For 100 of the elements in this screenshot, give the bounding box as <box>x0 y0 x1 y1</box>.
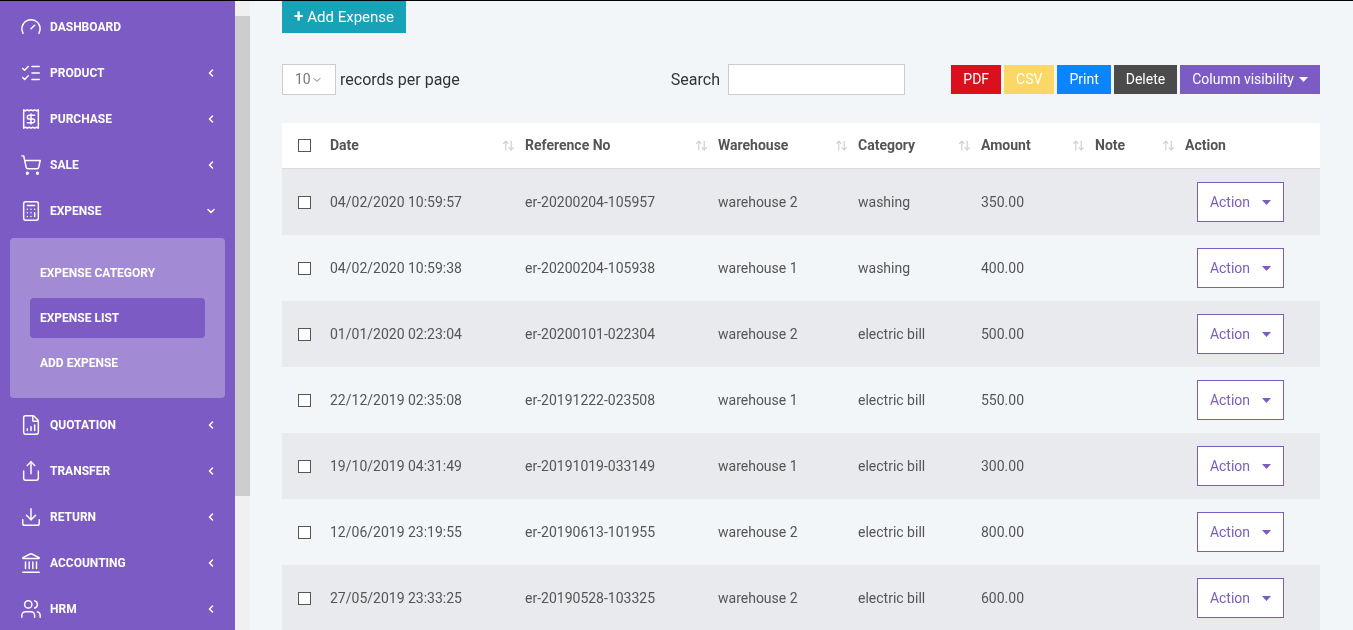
cart-icon <box>20 154 42 176</box>
column-header: Note <box>1095 136 1126 155</box>
checkbox[interactable] <box>298 525 311 539</box>
table-cell: warehouse 1 <box>718 457 798 474</box>
table-cell: er-20190528-103325 <box>525 589 656 606</box>
users-icon <box>20 598 42 620</box>
table-cell: 500.00 <box>981 325 1025 342</box>
export-button[interactable]: PDF <box>951 65 1002 94</box>
caret-icon <box>1262 199 1272 205</box>
table-cell: 27/05/2019 23:33:25 <box>330 589 462 606</box>
table-cell: warehouse 2 <box>718 589 798 606</box>
page-size-select[interactable]: 10 <box>282 64 336 95</box>
caret-icon <box>1262 529 1272 535</box>
sidebar-item[interactable]: HRM <box>0 586 235 630</box>
table-cell: 12/06/2019 23:19:55 <box>330 523 462 540</box>
column-header-cell[interactable]: Action <box>1185 122 1320 169</box>
table-cell: 01/01/2020 02:23:04 <box>330 325 462 342</box>
sort-icon <box>1162 139 1175 152</box>
add-expense-button[interactable]: + Add Expense <box>282 1 406 33</box>
share-icon <box>20 460 42 482</box>
sort-icon <box>1072 139 1085 152</box>
sort-icon <box>958 139 971 152</box>
table-cell: er-20200204-105957 <box>525 193 656 210</box>
action-button[interactable]: Action <box>1197 248 1284 288</box>
sidebar-item[interactable]: EXPENSE <box>0 188 235 234</box>
table-cell: 350.00 <box>981 193 1025 210</box>
column-header: Reference No <box>525 136 611 155</box>
table-cell: er-20191222-023508 <box>525 391 656 408</box>
search-label: Search <box>670 68 720 91</box>
table-cell: warehouse 2 <box>718 193 798 210</box>
checkbox[interactable] <box>298 261 311 275</box>
caret-icon <box>1262 463 1272 469</box>
submenu-item[interactable]: EXPENSE LIST <box>30 298 205 338</box>
checkbox[interactable] <box>298 139 311 152</box>
table-cell: 550.00 <box>981 391 1025 408</box>
checkbox[interactable] <box>298 459 311 473</box>
table-cell: er-20200204-105938 <box>525 259 656 276</box>
action-button[interactable]: Action <box>1197 512 1284 552</box>
action-button[interactable]: Action <box>1197 380 1284 420</box>
table-cell: 800.00 <box>981 523 1025 540</box>
sidebar-item[interactable]: ACCOUNTING <box>0 540 235 586</box>
column-header-cell[interactable]: Reference No <box>525 122 718 169</box>
export-button[interactable]: Column visibility <box>1180 65 1320 94</box>
action-button[interactable]: Action <box>1197 446 1284 486</box>
action-button[interactable]: Action <box>1197 314 1284 354</box>
search-field[interactable] <box>727 64 905 95</box>
records-label: records per page <box>340 68 460 91</box>
table-cell: electric bill <box>858 325 926 342</box>
table-cell: electric bill <box>858 523 926 540</box>
action-button[interactable]: Action <box>1197 182 1284 222</box>
caret-icon <box>1262 331 1272 337</box>
table-cell: electric bill <box>858 589 926 606</box>
report-icon <box>20 414 42 436</box>
table-cell: electric bill <box>858 391 926 408</box>
table-cell: 19/10/2019 04:31:49 <box>330 457 462 474</box>
export-button[interactable]: Delete <box>1113 65 1178 94</box>
receipt-icon <box>20 108 42 130</box>
sort-icon <box>695 139 708 152</box>
caret-icon <box>1299 77 1308 82</box>
sidebar-item[interactable]: RETURN <box>0 494 235 540</box>
column-header-cell[interactable]: Date <box>330 122 525 169</box>
calculator-icon <box>20 200 42 222</box>
column-header: Action <box>1185 136 1226 155</box>
sort-icon <box>835 139 848 152</box>
action-button[interactable]: Action <box>1197 578 1284 618</box>
column-header: Warehouse <box>718 136 789 155</box>
caret-icon <box>1262 397 1272 403</box>
submenu-item[interactable]: ADD EXPENSE <box>30 343 205 383</box>
export-button[interactable]: Print <box>1057 65 1111 94</box>
column-header-cell[interactable]: Warehouse <box>718 122 858 169</box>
column-header-cell[interactable]: Amount <box>981 122 1095 169</box>
table-cell: warehouse 2 <box>718 325 798 342</box>
sidebar-item[interactable]: PRODUCT <box>0 50 235 96</box>
column-header-cell[interactable]: Category <box>858 122 981 169</box>
sidebar-item[interactable]: PURCHASE <box>0 96 235 142</box>
sidebar-item[interactable]: TRANSFER <box>0 448 235 494</box>
table-cell: 300.00 <box>981 457 1025 474</box>
scrollbar[interactable] <box>235 1 250 630</box>
submenu-item[interactable]: EXPENSE CATEGORY <box>30 253 205 293</box>
table-cell: warehouse 1 <box>718 391 798 408</box>
sidebar-item[interactable]: DASHBOARD <box>0 4 235 50</box>
caret-icon <box>1262 595 1272 601</box>
table-cell: er-20190613-101955 <box>525 523 656 540</box>
caret-icon <box>1262 265 1272 271</box>
sidebar-item[interactable]: QUOTATION <box>0 402 235 448</box>
table-cell: washing <box>858 193 911 210</box>
table-cell: warehouse 1 <box>718 259 798 276</box>
table-cell: electric bill <box>858 457 926 474</box>
table-cell: er-20200101-022304 <box>525 325 656 342</box>
checkbox[interactable] <box>298 591 311 605</box>
column-header-cell[interactable]: Note <box>1095 122 1185 169</box>
bank-icon <box>20 552 42 574</box>
checkbox[interactable] <box>298 327 311 341</box>
sidebar-item[interactable]: SALE <box>0 142 235 188</box>
column-header: Date <box>330 136 359 155</box>
checkbox[interactable] <box>298 195 311 209</box>
sort-icon <box>502 139 515 152</box>
checkbox[interactable] <box>298 393 311 407</box>
table-cell: 04/02/2020 10:59:57 <box>330 193 462 210</box>
table-cell: er-20191019-033149 <box>525 457 656 474</box>
